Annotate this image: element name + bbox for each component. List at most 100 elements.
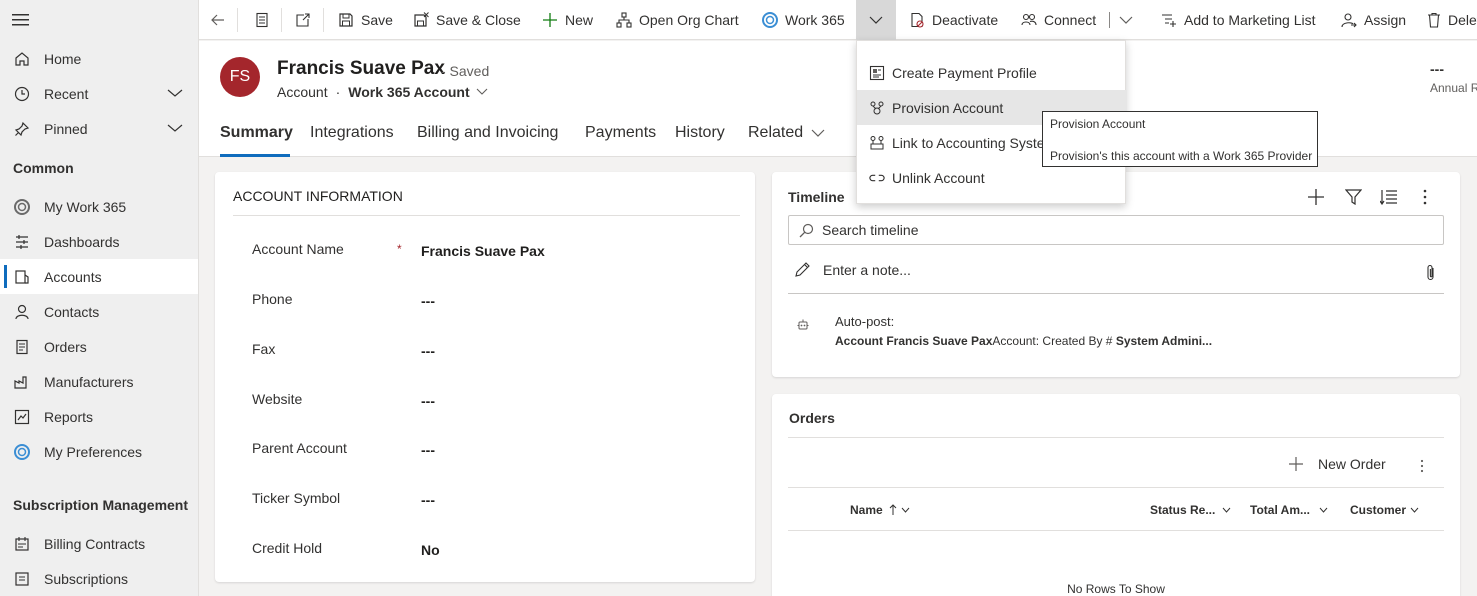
tooltip: Provision Account Provision's this accou…: [1042, 111, 1318, 167]
chevron-down-icon[interactable]: [166, 121, 184, 135]
column-header-status[interactable]: Status Re...: [1150, 503, 1231, 517]
tab-summary[interactable]: Summary: [220, 124, 293, 142]
sidebar-item-subscriptions[interactable]: Subscriptions: [0, 561, 198, 596]
dashboard-icon: [13, 233, 31, 251]
sidebar-item-label: Subscriptions: [44, 570, 129, 587]
tab-related[interactable]: Related: [748, 124, 825, 142]
sort-list-icon[interactable]: [1380, 189, 1398, 205]
divider: [788, 487, 1444, 488]
payment-profile-icon: [869, 65, 885, 81]
column-label: Status Re...: [1150, 503, 1216, 517]
divider: [237, 8, 238, 32]
org-chart-icon: [615, 11, 633, 29]
form-view-button[interactable]: [253, 0, 277, 40]
command-bar: Save Save & Close New Open Org Chart Wor…: [199, 0, 1477, 40]
field-value-website[interactable]: ---: [421, 393, 435, 409]
hamburger-menu-icon[interactable]: [12, 12, 30, 28]
sidebar-item-label: My Preferences: [44, 443, 143, 460]
arrow-left-icon: [209, 11, 227, 29]
connect-label: Connect: [1044, 12, 1097, 28]
open-org-chart-button[interactable]: Open Org Chart: [615, 0, 739, 40]
assign-button[interactable]: Assign: [1340, 0, 1406, 40]
auto-post-text[interactable]: Account Francis Suave PaxAccount: Create…: [835, 334, 1212, 348]
field-label-fax: Fax: [252, 341, 276, 357]
menu-item-label: Link to Accounting System: [892, 134, 1057, 151]
column-header-customer[interactable]: Customer: [1350, 503, 1419, 517]
person-icon: [13, 303, 31, 321]
work365-menu-toggle[interactable]: [856, 0, 896, 40]
form-selector[interactable]: Work 365 Account: [348, 84, 488, 100]
separator-dot: ·: [335, 84, 341, 100]
sidebar-item-pinned[interactable]: Pinned: [0, 111, 198, 146]
sidebar-item-billing-contracts[interactable]: Billing Contracts: [0, 526, 198, 561]
column-header-total-amount[interactable]: Total Am...: [1250, 503, 1328, 517]
add-to-marketing-list-button[interactable]: Add to Marketing List: [1160, 0, 1316, 40]
divider: [281, 8, 282, 32]
divider: [233, 215, 740, 216]
tab-payments[interactable]: Payments: [585, 124, 656, 142]
field-value-account-name[interactable]: Francis Suave Pax: [421, 243, 545, 259]
field-label-parent-account: Parent Account: [252, 440, 347, 456]
sidebar-item-orders[interactable]: Orders: [0, 329, 198, 364]
tab-billing-and-invoicing[interactable]: Billing and Invoicing: [417, 124, 558, 142]
post-user-link: System Admini...: [1115, 334, 1213, 348]
sidebar-item-home[interactable]: Home: [0, 41, 198, 76]
chevron-down-icon: [901, 507, 910, 513]
new-label: New: [565, 12, 594, 28]
sidebar-item-recent[interactable]: Recent: [0, 76, 198, 111]
chevron-down-icon[interactable]: [166, 86, 184, 100]
field-label-credit-hold: Credit Hold: [252, 540, 323, 556]
menu-item-label: Create Payment Profile: [892, 64, 1037, 81]
note-input[interactable]: Enter a note...: [788, 256, 1444, 294]
filter-icon[interactable]: [1345, 189, 1362, 205]
sidebar-item-contacts[interactable]: Contacts: [0, 294, 198, 329]
field-value-ticker-symbol[interactable]: ---: [421, 492, 435, 508]
new-order-label: New Order: [1318, 456, 1386, 472]
menu-item-create-payment-profile[interactable]: Create Payment Profile: [857, 55, 1127, 90]
required-indicator: *: [397, 242, 402, 256]
pencil-icon: [794, 261, 811, 278]
paperclip-icon[interactable]: [1426, 264, 1436, 282]
new-button[interactable]: New: [541, 0, 593, 40]
save-button[interactable]: Save: [337, 0, 393, 40]
deactivate-button[interactable]: Deactivate: [908, 0, 998, 40]
new-order-button[interactable]: New Order: [1289, 456, 1386, 472]
divider: [323, 8, 324, 32]
field-value-credit-hold[interactable]: No: [421, 542, 440, 558]
more-options-icon[interactable]: [1420, 459, 1424, 473]
sidebar-item-reports[interactable]: Reports: [0, 399, 198, 434]
tab-history[interactable]: History: [675, 124, 725, 142]
timeline-search-input[interactable]: Search timeline: [788, 215, 1444, 245]
subscription-icon: [13, 570, 31, 588]
sidebar-group-common: Common: [13, 160, 74, 176]
save-and-close-button[interactable]: Save & Close: [412, 0, 521, 40]
connect-menu-toggle[interactable]: [1119, 0, 1133, 40]
assign-label: Assign: [1364, 12, 1407, 28]
work365-button[interactable]: Work 365: [761, 0, 845, 40]
sidebar-item-accounts[interactable]: Accounts: [0, 259, 198, 294]
field-value-fax[interactable]: ---: [421, 343, 435, 359]
delete-button[interactable]: Delete: [1426, 0, 1477, 40]
more-options-icon[interactable]: [1423, 189, 1427, 205]
column-header-name[interactable]: Name: [850, 503, 910, 517]
active-tab-indicator: [220, 154, 290, 157]
deactivate-label: Deactivate: [932, 12, 999, 28]
save-status: - Saved: [441, 63, 490, 79]
sidebar-item-my-preferences[interactable]: My Preferences: [0, 434, 198, 469]
annual-revenue-label: Annual Revenue: [1430, 81, 1477, 95]
open-new-window-button[interactable]: [294, 0, 318, 40]
sidebar-item-my-work-365[interactable]: My Work 365: [0, 189, 198, 224]
add-icon[interactable]: [1307, 188, 1325, 206]
back-button[interactable]: [209, 0, 233, 40]
connect-button[interactable]: Connect: [1020, 0, 1096, 40]
field-value-parent-account[interactable]: ---: [421, 442, 435, 458]
account-information-section: ACCOUNT INFORMATION Account Name * Franc…: [215, 172, 755, 582]
sidebar-item-manufacturers[interactable]: Manufacturers: [0, 364, 198, 399]
sidebar-item-dashboards[interactable]: Dashboards: [0, 224, 198, 259]
field-value-phone[interactable]: ---: [421, 293, 435, 309]
field-label-website: Website: [252, 391, 303, 407]
avatar: FS: [220, 57, 260, 97]
tab-integrations[interactable]: Integrations: [310, 124, 394, 142]
field-label-ticker-symbol: Ticker Symbol: [252, 490, 341, 506]
org-chart-label: Open Org Chart: [639, 12, 739, 28]
